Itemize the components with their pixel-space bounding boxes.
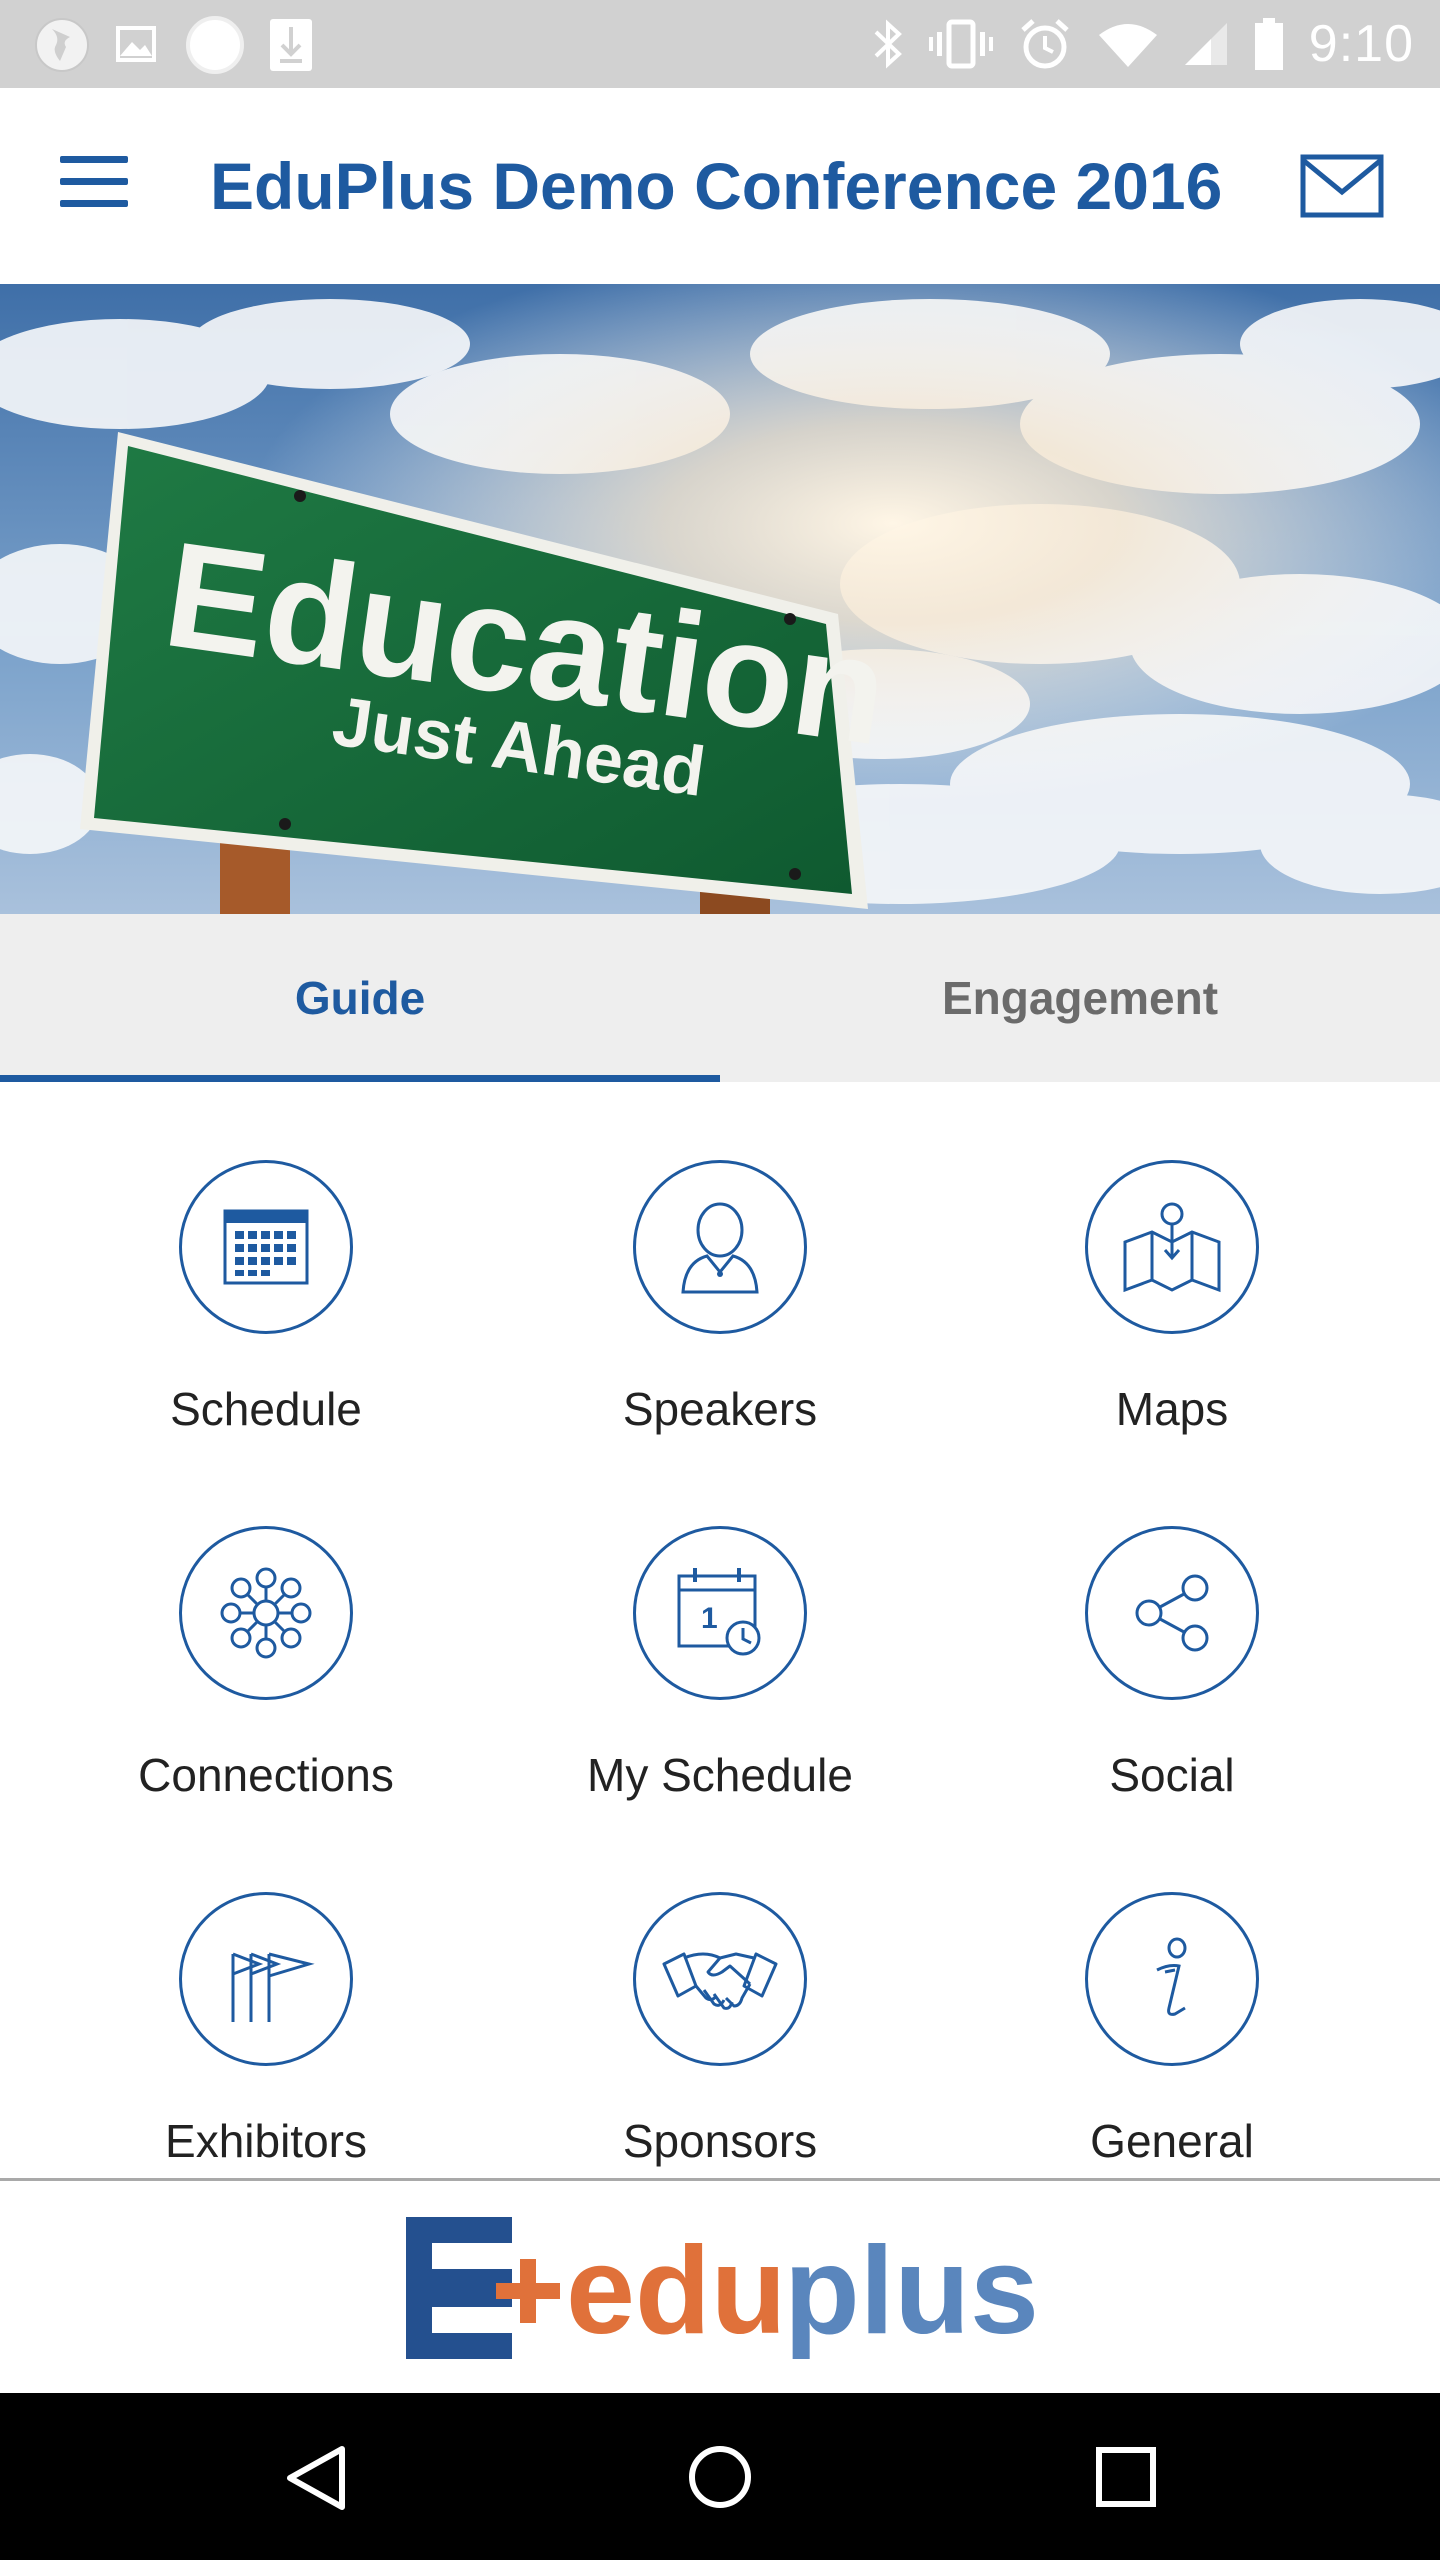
recents-icon[interactable] bbox=[1094, 2445, 1158, 2509]
tile-label: Maps bbox=[1115, 1383, 1229, 1435]
tile-label: Schedule bbox=[170, 1383, 362, 1435]
tile-label: Social bbox=[1109, 1749, 1235, 1801]
tile-label: General bbox=[1090, 2115, 1254, 2167]
alarm-icon bbox=[1021, 19, 1069, 69]
share-icon bbox=[1085, 1526, 1259, 1700]
eduplus-logo: edu plus bbox=[406, 2217, 1039, 2360]
tile-general[interactable]: General bbox=[946, 1814, 1398, 2178]
system-nav-bar bbox=[0, 2393, 1440, 2560]
tile-label: Speakers bbox=[622, 1383, 818, 1435]
globe-icon bbox=[35, 18, 89, 72]
tile-label: Sponsors bbox=[622, 2115, 818, 2167]
person-icon bbox=[633, 1160, 807, 1334]
footer-logo: edu plus bbox=[0, 2181, 1440, 2393]
handshake-icon bbox=[633, 1892, 807, 2066]
flags-icon bbox=[179, 1892, 353, 2066]
status-left-icons bbox=[34, 14, 314, 76]
tile-speakers[interactable]: Speakers bbox=[494, 1082, 946, 1448]
tile-label: Connections bbox=[138, 1749, 394, 1801]
wifi-icon bbox=[1098, 24, 1157, 67]
battery-icon bbox=[1254, 18, 1283, 70]
feature-grid: Schedule Speakers Maps Connections 1 My … bbox=[0, 1082, 1440, 2178]
network-icon bbox=[179, 1526, 353, 1700]
tile-my-schedule[interactable]: 1 My Schedule bbox=[494, 1448, 946, 1814]
vibrate-icon bbox=[928, 19, 993, 69]
tile-sponsors[interactable]: Sponsors bbox=[494, 1814, 946, 2178]
back-icon[interactable] bbox=[282, 2443, 348, 2513]
status-right-icons: 9:10 bbox=[871, 0, 1414, 88]
tile-label: Exhibitors bbox=[165, 2115, 367, 2167]
banner-image: Education Just Ahead bbox=[0, 284, 1440, 914]
calendar-clock-icon: 1 bbox=[633, 1526, 807, 1700]
tile-exhibitors[interactable]: Exhibitors bbox=[40, 1814, 492, 2178]
mail-icon[interactable] bbox=[1300, 154, 1384, 218]
status-bar: 9:10 bbox=[0, 0, 1440, 88]
calendar-icon bbox=[179, 1160, 353, 1334]
hamburger-menu-icon[interactable] bbox=[60, 156, 132, 216]
tile-schedule[interactable]: Schedule bbox=[40, 1082, 492, 1448]
download-icon bbox=[270, 19, 312, 71]
tile-social[interactable]: Social bbox=[946, 1448, 1398, 1814]
page-title: EduPlus Demo Conference 2016 bbox=[210, 149, 1223, 223]
home-icon[interactable] bbox=[686, 2443, 754, 2511]
tab-guide[interactable]: Guide bbox=[0, 914, 720, 1082]
tab-engagement[interactable]: Engagement bbox=[720, 914, 1440, 1082]
logo-plus: plus bbox=[784, 2222, 1039, 2360]
tile-connections[interactable]: Connections bbox=[40, 1448, 492, 1814]
image-icon bbox=[116, 26, 156, 62]
svg-text:1: 1 bbox=[701, 1602, 718, 1635]
banner-illustration: Education Just Ahead bbox=[0, 284, 1440, 914]
tile-label: My Schedule bbox=[587, 1749, 853, 1801]
status-time: 9:10 bbox=[1308, 15, 1414, 73]
info-icon bbox=[1085, 1892, 1259, 2066]
circle-icon bbox=[186, 16, 244, 74]
app-bar: EduPlus Demo Conference 2016 bbox=[0, 88, 1440, 284]
tile-maps[interactable]: Maps bbox=[946, 1082, 1398, 1448]
tab-bar: Guide Engagement bbox=[0, 914, 1440, 1082]
bluetooth-icon bbox=[874, 19, 902, 69]
signal-icon bbox=[1184, 23, 1227, 65]
map-icon bbox=[1085, 1160, 1259, 1334]
logo-edu: edu bbox=[566, 2222, 786, 2360]
